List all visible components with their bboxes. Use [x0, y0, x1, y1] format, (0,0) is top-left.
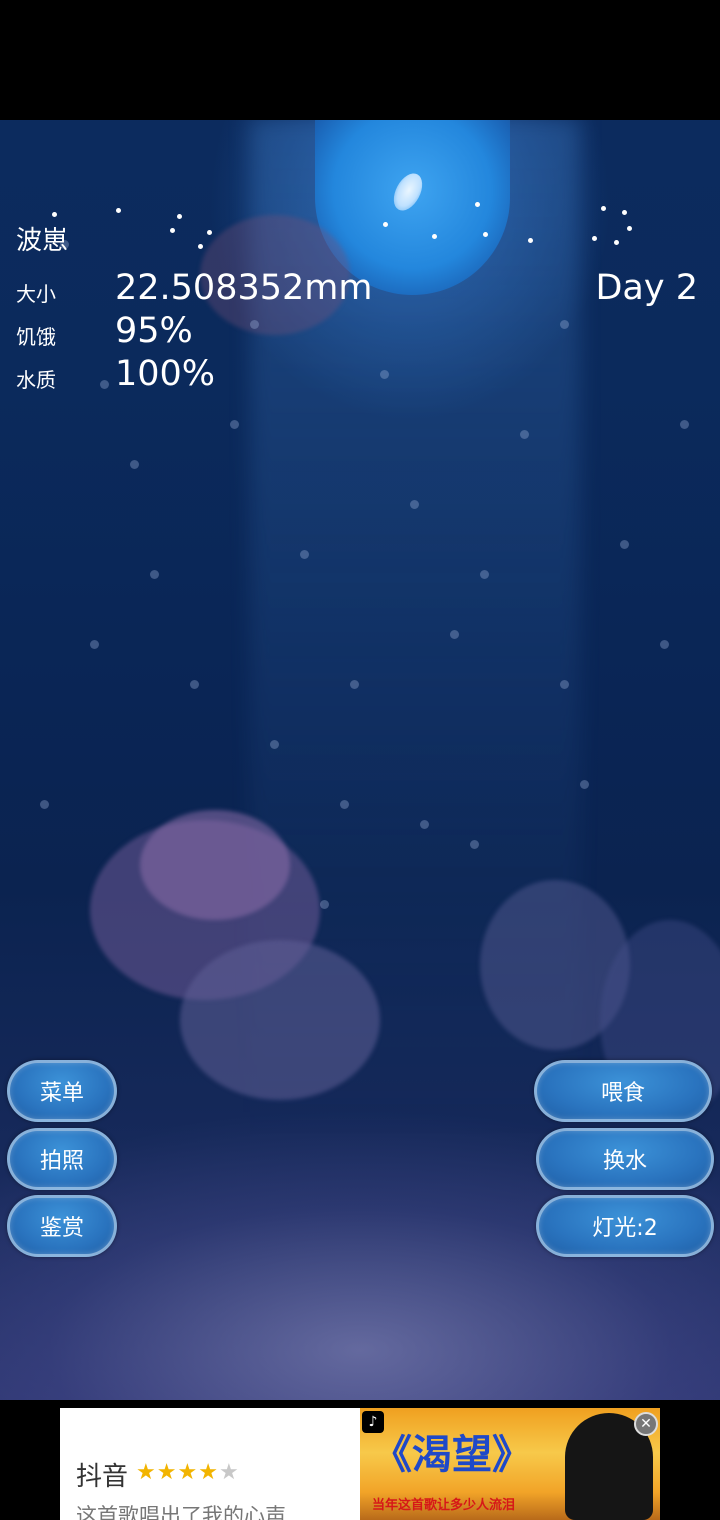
size-label: 大小	[16, 282, 56, 306]
star-icon: ★	[136, 1460, 157, 1485]
star-icon: ★	[198, 1460, 219, 1485]
hunger-value: 95%	[115, 311, 193, 351]
day-counter: Day 2	[595, 268, 698, 308]
change-water-button[interactable]: 换水	[536, 1128, 714, 1190]
ad-image[interactable]: ♪ 《渴望》 当年这首歌让多少人流泪 ✕	[360, 1408, 660, 1520]
light-button[interactable]: 灯光:2	[536, 1195, 714, 1257]
hunger-label: 饥饿	[16, 325, 56, 349]
ad-rating: ★★★★★	[136, 1460, 240, 1485]
photo-button[interactable]: 拍照	[7, 1128, 117, 1190]
status-bar	[0, 0, 720, 120]
ad-banner-title: 《渴望》	[372, 1431, 532, 1478]
water-quality-value: 100%	[115, 354, 216, 394]
star-icon: ★	[156, 1460, 178, 1485]
water-quality-label: 水质	[16, 368, 56, 392]
appreciate-button[interactable]: 鉴赏	[7, 1195, 117, 1257]
ad-banner[interactable]: 抖音 ★★★★★ 这首歌唱出了我的心声... ♪ 《渴望》 当年这首歌让多少人流…	[60, 1408, 660, 1520]
feed-button[interactable]: 喂食	[534, 1060, 712, 1122]
size-value: 22.508352mm	[115, 268, 373, 308]
ad-app-name: 抖音	[76, 1462, 129, 1492]
close-icon[interactable]: ✕	[634, 1412, 658, 1436]
star-empty-icon: ★	[218, 1460, 240, 1485]
menu-button[interactable]: 菜单	[7, 1060, 117, 1122]
ad-description: 这首歌唱出了我的心声...	[76, 1504, 307, 1520]
star-icon: ★	[177, 1460, 199, 1485]
pet-name: 波崽	[16, 226, 69, 256]
ad-banner-subtitle: 当年这首歌让多少人流泪	[372, 1498, 516, 1513]
